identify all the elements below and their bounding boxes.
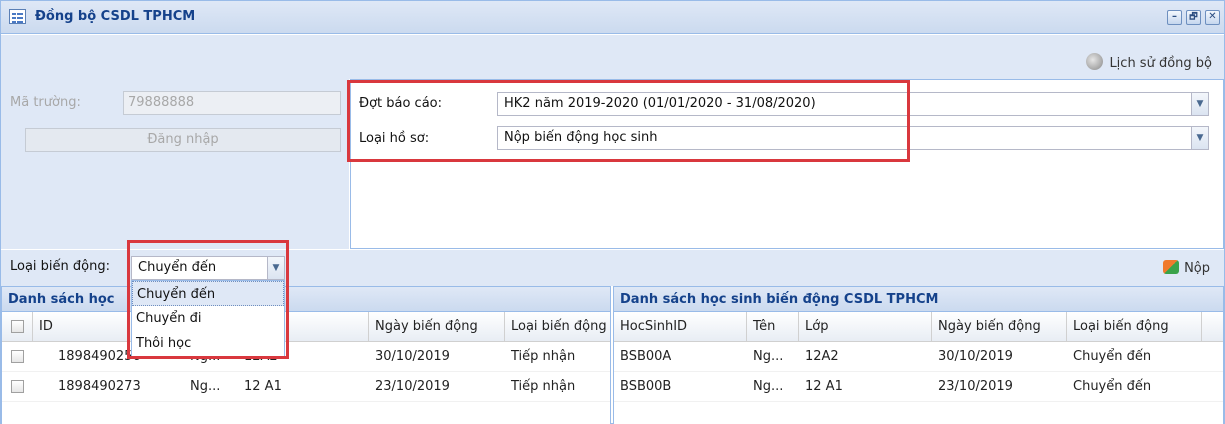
school-code-label: Mã trường:: [10, 95, 81, 110]
window-title: Đồng bộ CSDL TPHCM: [35, 9, 196, 24]
column-header-change-type[interactable]: Loại biến động: [505, 312, 610, 342]
login-panel: Mã trường: 79888888 Đăng nhập: [1, 79, 349, 249]
restore-button[interactable]: 🗗: [1186, 10, 1201, 25]
table-row[interactable]: 1898490273 Ng... 12 A1 23/10/2019 Tiếp n…: [2, 372, 610, 402]
cell-name: Ng...: [753, 379, 784, 394]
cell-class: 12 A1: [805, 379, 843, 394]
cell-change-date: 30/10/2019: [938, 349, 1013, 364]
highlight-change-type: [127, 240, 289, 359]
history-icon: [1086, 53, 1104, 70]
table-row[interactable]: BSB00B Ng... 12 A1 23/10/2019 Chuyển đến: [614, 372, 1223, 402]
close-button[interactable]: ✕: [1205, 10, 1220, 25]
select-all-checkbox[interactable]: [11, 320, 24, 333]
left-grid-title: Danh sách học: [2, 287, 610, 312]
highlight-filters: [347, 80, 910, 162]
cell-name: Ng...: [753, 349, 784, 364]
sync-history-label: Lịch sử đồng bộ: [1109, 56, 1212, 71]
change-type-label: Loại biến động:: [10, 259, 110, 274]
sync-window: Đồng bộ CSDL TPHCM – 🗗 ✕ Lịch sử đồng bộ…: [0, 0, 1225, 424]
row-checkbox[interactable]: [11, 350, 24, 363]
cell-change-type: Chuyển đến: [1073, 379, 1152, 394]
login-button: Đăng nhập: [25, 128, 341, 152]
school-code-field: 79888888: [123, 91, 341, 115]
row-checkbox[interactable]: [11, 380, 24, 393]
cell-student-id: BSB00A: [620, 349, 672, 364]
cell-student-id: BSB00B: [620, 379, 672, 394]
cell-change-date: 30/10/2019: [375, 349, 450, 364]
right-grid-header: HocSinhID Tên Lớp Ngày biến động Loại bi…: [614, 312, 1223, 342]
cell-change-date: 23/10/2019: [375, 379, 450, 394]
cell-id: 1898490273: [58, 379, 141, 394]
column-header-change-date[interactable]: Ngày biến động: [932, 312, 1067, 342]
column-header-name[interactable]: Tên: [747, 312, 799, 342]
left-grid-header: ID Ngày biến động Loại biến động: [2, 312, 610, 342]
minimize-button[interactable]: –: [1167, 10, 1182, 25]
submit-icon: [1163, 260, 1180, 274]
left-student-grid: Danh sách học ID Ngày biến động Loại biế…: [1, 286, 611, 424]
cell-change-type: Tiếp nhận: [511, 379, 576, 394]
cell-class: 12A2: [805, 349, 839, 364]
cell-change-date: 23/10/2019: [938, 379, 1013, 394]
right-student-grid: Danh sách học sinh biến động CSDL TPHCM …: [613, 286, 1224, 424]
cell-name: Ng...: [190, 379, 221, 394]
chevron-down-icon[interactable]: ▼: [1191, 127, 1208, 149]
column-header-change-type[interactable]: Loại biến động: [1067, 312, 1202, 342]
right-grid-title: Danh sách học sinh biến động CSDL TPHCM: [614, 287, 1223, 312]
window-titlebar: Đồng bộ CSDL TPHCM – 🗗 ✕: [1, 1, 1224, 34]
column-header-student-id[interactable]: HocSinhID: [614, 312, 747, 342]
cell-change-type: Chuyển đến: [1073, 349, 1152, 364]
window-icon: [9, 9, 26, 24]
table-row[interactable]: 1898490256 Ng... 12A2 30/10/2019 Tiếp nh…: [2, 342, 610, 372]
cell-change-type: Tiếp nhận: [511, 349, 576, 364]
chevron-down-icon[interactable]: ▼: [1191, 93, 1208, 115]
submit-label: Nộp: [1184, 261, 1210, 276]
cell-class: 12 A1: [244, 379, 282, 394]
window-toolbar: Lịch sử đồng bộ: [1, 35, 1224, 79]
submit-button[interactable]: Nộp: [1163, 260, 1210, 276]
sync-history-button[interactable]: Lịch sử đồng bộ: [1086, 53, 1212, 71]
table-row[interactable]: BSB00A Ng... 12A2 30/10/2019 Chuyển đến: [614, 342, 1223, 372]
column-header-change-date[interactable]: Ngày biến động: [369, 312, 505, 342]
column-header-class[interactable]: Lớp: [799, 312, 932, 342]
